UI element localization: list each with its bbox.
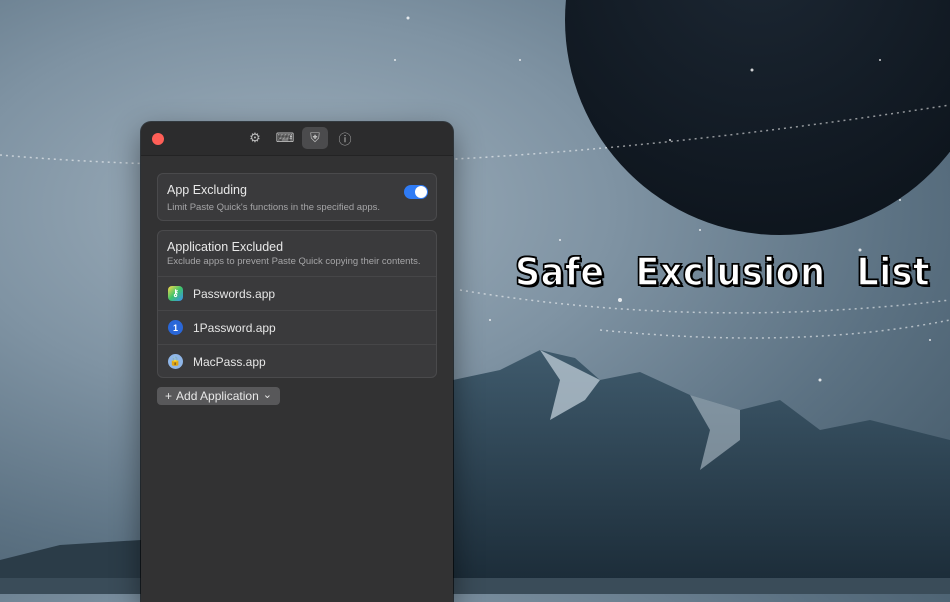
- preferences-window: ⚙ ⌨ ⛨ ⓘ App Excluding Limit Paste Quick'…: [141, 122, 453, 602]
- app-excluding-title: App Excluding: [167, 183, 247, 197]
- app-excluding-panel: App Excluding Limit Paste Quick's functi…: [157, 173, 437, 221]
- excluded-app-name: 1Password.app: [193, 321, 276, 335]
- shortcuts-tab-keyboard-icon[interactable]: ⌨: [272, 127, 298, 149]
- excluded-app-row[interactable]: 🔒 MacPass.app: [158, 344, 436, 378]
- plus-icon: +: [165, 389, 173, 403]
- headline-text: Safe Exclusion List: [514, 249, 931, 295]
- application-excluded-panel: Application Excluded Exclude apps to pre…: [157, 230, 437, 378]
- passwords-app-icon: ⚷: [168, 286, 183, 301]
- app-excluding-toggle[interactable]: [404, 185, 428, 199]
- application-excluded-title: Application Excluded: [167, 240, 284, 254]
- add-application-label: Add Application: [176, 389, 259, 403]
- privacy-tab-shield-icon[interactable]: ⛨: [302, 127, 328, 149]
- close-window-button[interactable]: [152, 133, 164, 145]
- chevron-down-icon: ⌄: [262, 388, 272, 401]
- application-excluded-subtitle: Exclude apps to prevent Paste Quick copy…: [167, 256, 421, 267]
- preferences-toolbar: ⚙ ⌨ ⛨ ⓘ: [242, 127, 358, 149]
- app-excluding-subtitle: Limit Paste Quick's functions in the spe…: [167, 202, 381, 213]
- excluded-app-name: MacPass.app: [193, 355, 266, 369]
- window-titlebar: ⚙ ⌨ ⛨ ⓘ: [141, 122, 453, 156]
- macpass-app-icon: 🔒: [168, 354, 183, 369]
- add-application-button[interactable]: + Add Application ⌄: [157, 387, 280, 405]
- 1password-app-icon: 1: [168, 320, 183, 335]
- general-tab-gear-icon[interactable]: ⚙: [242, 127, 268, 149]
- excluded-app-name: Passwords.app: [193, 287, 276, 301]
- about-tab-info-icon[interactable]: ⓘ: [332, 127, 358, 149]
- excluded-app-row[interactable]: 1 1Password.app: [158, 310, 436, 344]
- excluded-app-row[interactable]: ⚷ Passwords.app: [158, 276, 436, 310]
